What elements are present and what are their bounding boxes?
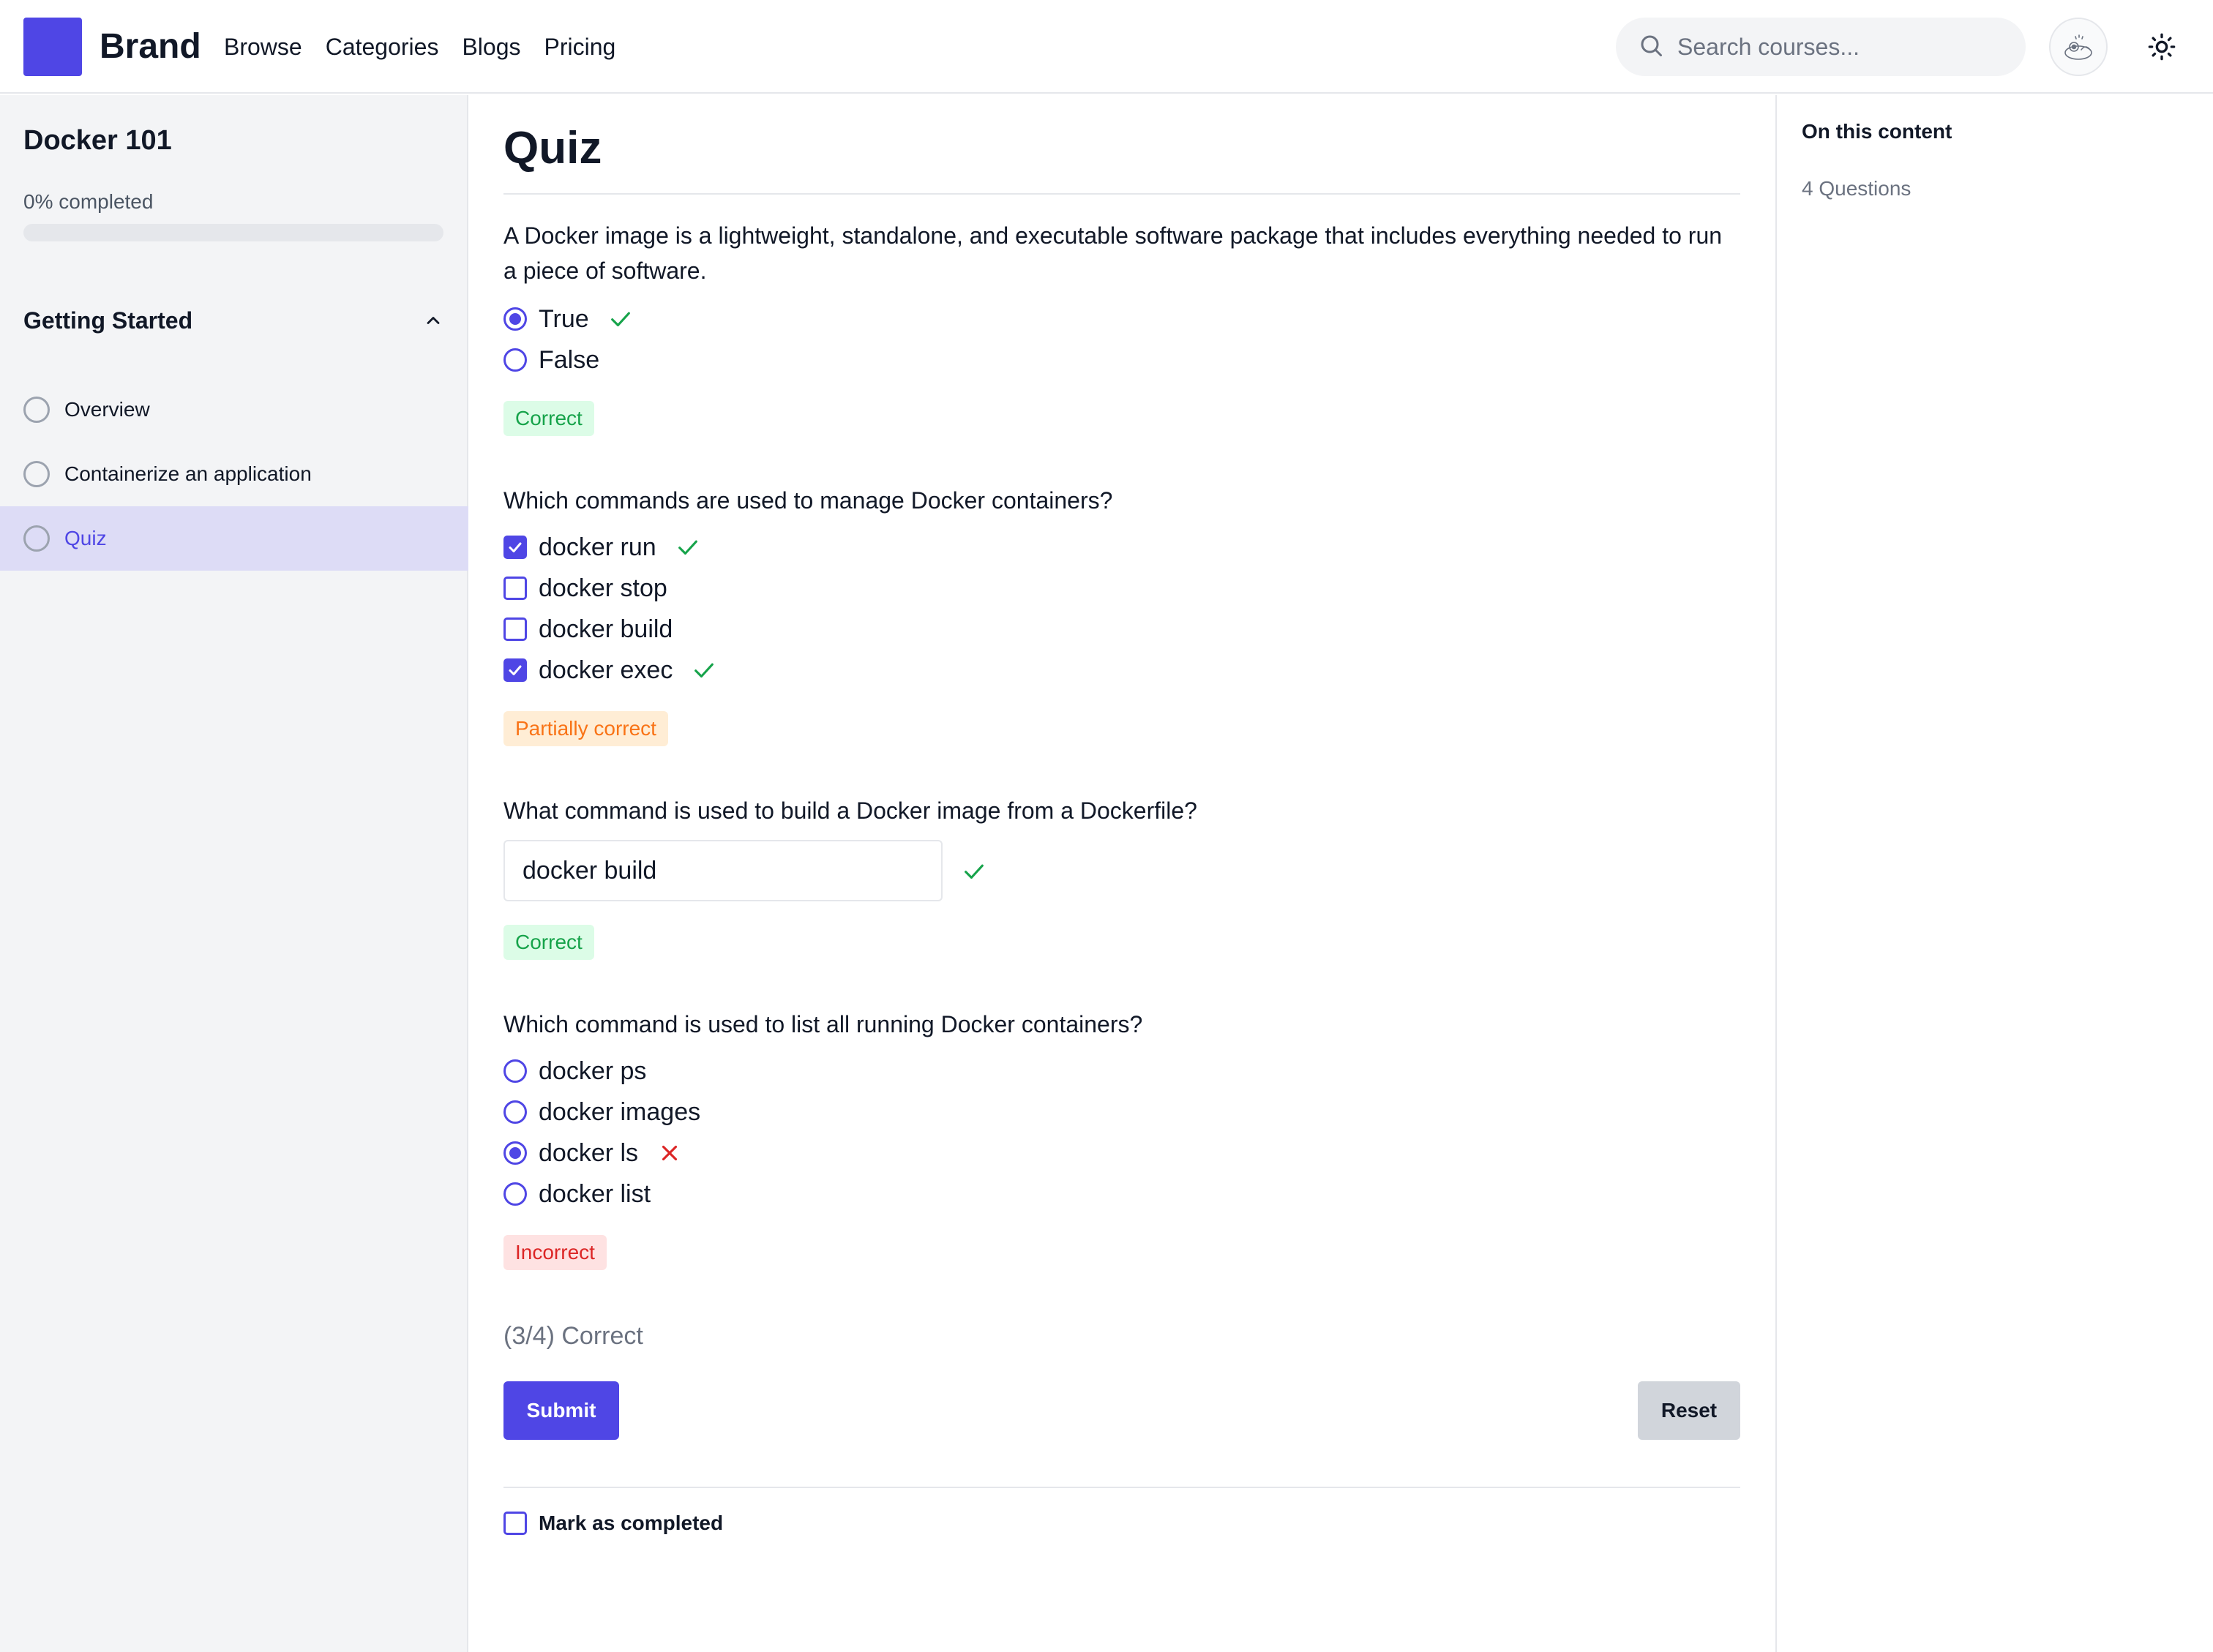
on-this-content-panel: On this content 4 Questions — [1775, 95, 2213, 1652]
q1-option-false[interactable]: False — [503, 342, 599, 378]
course-title: Docker 101 — [23, 125, 172, 156]
nav-blogs[interactable]: Blogs — [462, 29, 520, 64]
progress-bar — [23, 224, 443, 241]
option-label: docker build — [539, 615, 673, 643]
result-badge-correct: Correct — [503, 925, 594, 960]
incomplete-circle-icon — [23, 397, 50, 423]
nav-browse[interactable]: Browse — [224, 29, 302, 64]
toc-item-questions[interactable]: 4 Questions — [1802, 174, 1911, 203]
mark-completed-toggle[interactable]: Mark as completed — [503, 1512, 723, 1535]
submit-button[interactable]: Submit — [503, 1381, 619, 1440]
mark-completed-checkbox[interactable] — [503, 1512, 527, 1535]
answer-input[interactable] — [503, 840, 943, 901]
question-1-text: A Docker image is a lightweight, standal… — [503, 222, 1723, 284]
option-label: docker stop — [539, 574, 667, 602]
radio-button[interactable] — [503, 307, 527, 331]
reset-button[interactable]: Reset — [1638, 1381, 1740, 1440]
checkbox[interactable] — [503, 658, 527, 682]
radio-button[interactable] — [503, 1100, 527, 1124]
sun-icon — [2148, 33, 2176, 61]
progress-label: 0% completed — [23, 190, 154, 213]
check-icon — [962, 859, 986, 884]
radio-button[interactable] — [503, 1141, 527, 1165]
incomplete-circle-icon — [23, 525, 50, 552]
check-icon — [608, 307, 633, 331]
q2-option-docker-exec[interactable]: docker exec — [503, 653, 716, 688]
checkbox[interactable] — [503, 536, 527, 559]
incomplete-circle-icon — [23, 461, 50, 487]
option-label: False — [539, 345, 600, 374]
page-title: Quiz — [503, 123, 602, 173]
checkbox[interactable] — [503, 577, 527, 600]
radio-button[interactable] — [503, 348, 527, 372]
option-label: docker ls — [539, 1138, 639, 1167]
toc-title: On this content — [1802, 120, 1952, 143]
course-sidebar: Docker 101 0% completed Getting Started … — [0, 95, 468, 1652]
q4-option-docker-list[interactable]: docker list — [503, 1176, 651, 1212]
option-label: docker run — [539, 533, 656, 561]
check-icon — [675, 535, 700, 560]
main-nav: Browse Categories Blogs Pricing — [224, 29, 615, 64]
q4-option-docker-images[interactable]: docker images — [503, 1095, 700, 1130]
q4-option-docker-ps[interactable]: docker ps — [503, 1054, 646, 1089]
mark-completed-label: Mark as completed — [539, 1512, 724, 1534]
sidebar-item-overview[interactable]: Overview — [0, 378, 468, 442]
q1-option-true[interactable]: True — [503, 301, 633, 337]
nav-categories[interactable]: Categories — [326, 29, 439, 64]
question-3-text: What command is used to build a Docker i… — [503, 797, 1197, 824]
result-badge-incorrect: Incorrect — [503, 1235, 607, 1270]
quiz-content: Quiz A Docker image is a lightweight, st… — [468, 95, 1775, 1652]
cross-icon — [657, 1141, 682, 1165]
radio-button[interactable] — [503, 1182, 527, 1206]
top-header: Brand Browse Categories Blogs Pricing — [0, 0, 2213, 94]
score-summary: (3/4) Correct — [503, 1322, 643, 1350]
q2-option-docker-run[interactable]: docker run — [503, 530, 700, 565]
user-avatar-icon — [2064, 34, 2092, 60]
nav-pricing[interactable]: Pricing — [544, 29, 616, 64]
search-icon — [1638, 32, 1664, 62]
divider — [503, 1487, 1740, 1488]
q2-option-docker-stop[interactable]: docker stop — [503, 571, 667, 606]
sidebar-item-label: Quiz — [64, 527, 107, 549]
sidebar-item-label: Containerize an application — [64, 462, 312, 485]
user-avatar[interactable] — [2049, 18, 2108, 76]
chevron-up-icon — [427, 317, 440, 324]
option-label: docker list — [539, 1179, 651, 1208]
result-badge-partial: Partially correct — [503, 711, 668, 746]
brand-name[interactable]: Brand — [100, 22, 201, 72]
radio-button[interactable] — [503, 1059, 527, 1083]
theme-toggle-button[interactable] — [2144, 29, 2179, 64]
sidebar-item-containerize[interactable]: Containerize an application — [0, 442, 468, 506]
checkbox[interactable] — [503, 617, 527, 641]
search-input[interactable] — [1677, 33, 1999, 61]
question-4-text: Which command is used to list all runnin… — [503, 1011, 1143, 1037]
check-icon — [692, 658, 716, 683]
option-label: True — [539, 304, 589, 333]
result-badge-correct: Correct — [503, 401, 594, 436]
sidebar-item-quiz[interactable]: Quiz — [0, 506, 468, 571]
section-toggle-getting-started[interactable]: Getting Started — [23, 300, 443, 341]
brand-logo[interactable] — [23, 18, 82, 76]
option-label: docker ps — [539, 1056, 647, 1085]
q4-option-docker-ls[interactable]: docker ls — [503, 1135, 682, 1171]
divider — [503, 193, 1740, 195]
section-title: Getting Started — [23, 307, 193, 334]
option-label: docker images — [539, 1097, 701, 1126]
q2-option-docker-build[interactable]: docker build — [503, 612, 673, 647]
search-bar[interactable] — [1616, 18, 2026, 76]
option-label: docker exec — [539, 656, 673, 684]
question-2-text: Which commands are used to manage Docker… — [503, 487, 1113, 514]
sidebar-item-label: Overview — [64, 398, 150, 421]
